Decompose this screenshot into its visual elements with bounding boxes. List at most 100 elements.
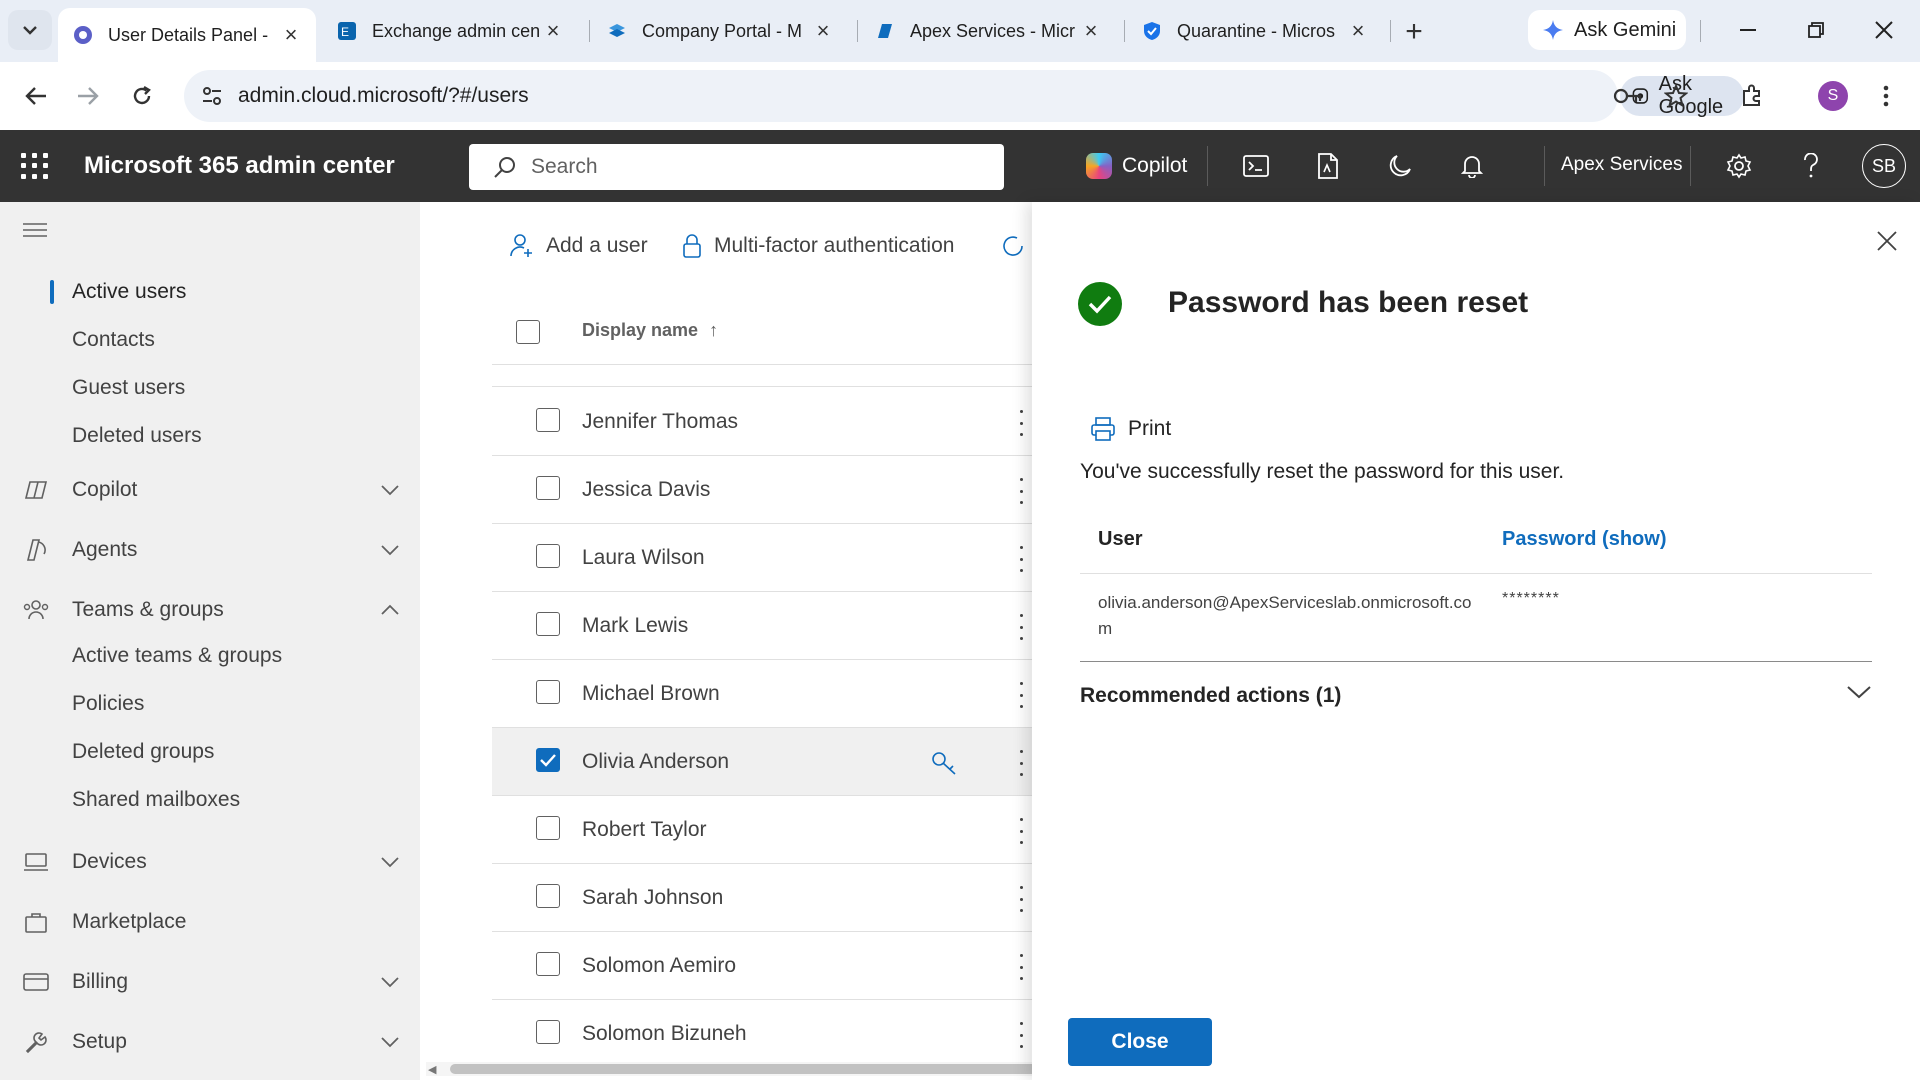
- more-actions-icon[interactable]: [1018, 410, 1024, 436]
- browser-tab-active[interactable]: User Details Panel - ×: [58, 8, 316, 62]
- row-checkbox[interactable]: [536, 476, 560, 500]
- nav-item-contacts[interactable]: Contacts: [72, 328, 155, 352]
- user-display-name[interactable]: Sarah Johnson: [582, 886, 723, 910]
- minimize-icon[interactable]: [1726, 12, 1770, 48]
- close-tab-icon[interactable]: ×: [280, 22, 302, 47]
- table-row[interactable]: Solomon Bizuneh: [492, 1000, 1032, 1068]
- nav-item-agents[interactable]: Agents: [22, 530, 402, 570]
- user-display-name[interactable]: Olivia Anderson: [582, 750, 729, 774]
- print-button[interactable]: Print: [1090, 414, 1171, 444]
- browser-tab[interactable]: E Exchange admin cen ×: [322, 8, 578, 54]
- user-display-name[interactable]: Michael Brown: [582, 682, 720, 706]
- more-actions-icon[interactable]: [1018, 886, 1024, 912]
- nav-item-active-users[interactable]: Active users: [72, 280, 186, 304]
- table-row[interactable]: Jennifer Thomas: [492, 388, 1032, 456]
- close-button[interactable]: Close: [1068, 1018, 1212, 1066]
- close-panel-icon[interactable]: [1872, 226, 1902, 256]
- recommended-actions-toggle[interactable]: Recommended actions (1): [1080, 678, 1872, 718]
- row-checkbox[interactable]: [536, 612, 560, 636]
- search-input[interactable]: Search: [469, 144, 1004, 190]
- back-arrow-icon[interactable]: [16, 76, 56, 116]
- more-actions-icon[interactable]: [1018, 750, 1024, 776]
- user-display-name[interactable]: Jennifer Thomas: [582, 410, 738, 434]
- reset-password-key-icon[interactable]: [930, 750, 958, 776]
- copilot-button[interactable]: Copilot: [1086, 150, 1187, 182]
- more-actions-icon[interactable]: [1018, 1022, 1024, 1048]
- terminal-icon[interactable]: [1238, 148, 1274, 184]
- document-icon[interactable]: [1310, 148, 1346, 184]
- chrome-profile-avatar[interactable]: S: [1818, 81, 1848, 111]
- more-actions-icon[interactable]: [1018, 954, 1024, 980]
- scrollbar-thumb[interactable]: [450, 1064, 1040, 1074]
- mfa-button[interactable]: Multi-factor authentication: [682, 230, 954, 262]
- row-checkbox[interactable]: [536, 816, 560, 840]
- new-tab-button[interactable]: +: [1398, 15, 1430, 48]
- browser-tab[interactable]: Apex Services - Micr ×: [860, 8, 1116, 54]
- user-display-name[interactable]: Solomon Bizuneh: [582, 1022, 747, 1046]
- ask-gemini-button[interactable]: Ask Gemini: [1528, 10, 1686, 50]
- browser-tab[interactable]: Quarantine - Micros ×: [1127, 8, 1383, 54]
- close-tab-icon[interactable]: ×: [542, 18, 564, 43]
- horizontal-scrollbar[interactable]: ◀: [426, 1062, 1040, 1076]
- notifications-bell-icon[interactable]: [1454, 148, 1490, 184]
- bookmark-star-icon[interactable]: [1656, 76, 1696, 116]
- settings-gear-icon[interactable]: [1721, 148, 1757, 184]
- row-checkbox[interactable]: [536, 884, 560, 908]
- browser-tab[interactable]: Company Portal - M ×: [592, 8, 848, 54]
- user-display-name[interactable]: Laura Wilson: [582, 546, 705, 570]
- table-row[interactable]: Sarah Johnson: [492, 864, 1032, 932]
- user-avatar[interactable]: SB: [1862, 144, 1906, 188]
- app-title[interactable]: Microsoft 365 admin center: [84, 152, 395, 180]
- table-row[interactable]: Robert Taylor: [492, 796, 1032, 864]
- user-display-name[interactable]: Robert Taylor: [582, 818, 707, 842]
- more-actions-icon[interactable]: [1018, 478, 1024, 504]
- close-tab-icon[interactable]: ×: [1080, 18, 1102, 43]
- restore-icon[interactable]: [1794, 12, 1838, 48]
- forward-arrow-icon[interactable]: [68, 76, 108, 116]
- site-info-icon[interactable]: [198, 82, 226, 110]
- table-row[interactable]: Michael Brown: [492, 660, 1032, 728]
- more-actions-icon[interactable]: [1018, 818, 1024, 844]
- row-checkbox[interactable]: [536, 680, 560, 704]
- row-checkbox[interactable]: [536, 952, 560, 976]
- close-tab-icon[interactable]: ×: [812, 18, 834, 43]
- user-display-name[interactable]: Jessica Davis: [582, 478, 710, 502]
- column-header-display-name[interactable]: Display name ↑: [582, 320, 718, 341]
- table-row[interactable]: Jessica Davis: [492, 456, 1032, 524]
- app-launcher-icon[interactable]: [18, 150, 50, 182]
- nav-item-billing[interactable]: Billing: [22, 962, 402, 1002]
- org-name[interactable]: Apex Services: [1561, 154, 1682, 176]
- close-tab-icon[interactable]: ×: [1347, 18, 1369, 43]
- dark-mode-moon-icon[interactable]: [1382, 148, 1418, 184]
- row-checkbox[interactable]: [536, 1020, 560, 1044]
- add-user-button[interactable]: Add a user: [510, 230, 648, 262]
- nav-item-guest-users[interactable]: Guest users: [72, 376, 185, 400]
- nav-item-policies[interactable]: Policies: [72, 692, 144, 716]
- scroll-left-arrow-icon[interactable]: ◀: [428, 1063, 436, 1076]
- more-actions-icon[interactable]: [1018, 614, 1024, 640]
- user-display-name[interactable]: Mark Lewis: [582, 614, 688, 638]
- nav-item-deleted-groups[interactable]: Deleted groups: [72, 740, 214, 764]
- password-key-icon[interactable]: [1608, 76, 1648, 116]
- refresh-button[interactable]: [1000, 230, 1032, 262]
- address-bar[interactable]: admin.cloud.microsoft/?#/users Ask Googl…: [184, 70, 1745, 122]
- row-checkbox[interactable]: [536, 748, 560, 772]
- reload-icon[interactable]: [122, 76, 162, 116]
- row-checkbox[interactable]: [536, 544, 560, 568]
- row-checkbox[interactable]: [536, 408, 560, 432]
- help-question-icon[interactable]: [1793, 148, 1829, 184]
- more-actions-icon[interactable]: [1018, 546, 1024, 572]
- table-row[interactable]: Solomon Aemiro: [492, 932, 1032, 1000]
- nav-item-marketplace[interactable]: Marketplace: [22, 902, 402, 942]
- select-all-checkbox[interactable]: [516, 320, 540, 344]
- window-close-icon[interactable]: [1862, 12, 1906, 48]
- nav-item-teams-groups[interactable]: Teams & groups: [22, 590, 402, 630]
- table-row[interactable]: Mark Lewis: [492, 592, 1032, 660]
- table-row[interactable]: Laura Wilson: [492, 524, 1032, 592]
- hamburger-menu-icon[interactable]: [22, 222, 50, 246]
- more-actions-icon[interactable]: [1018, 682, 1024, 708]
- nav-item-shared-mailboxes[interactable]: Shared mailboxes: [72, 788, 240, 812]
- nav-item-active-teams[interactable]: Active teams & groups: [72, 644, 282, 668]
- tab-search-button[interactable]: [8, 10, 52, 50]
- chrome-menu-icon[interactable]: [1866, 76, 1906, 116]
